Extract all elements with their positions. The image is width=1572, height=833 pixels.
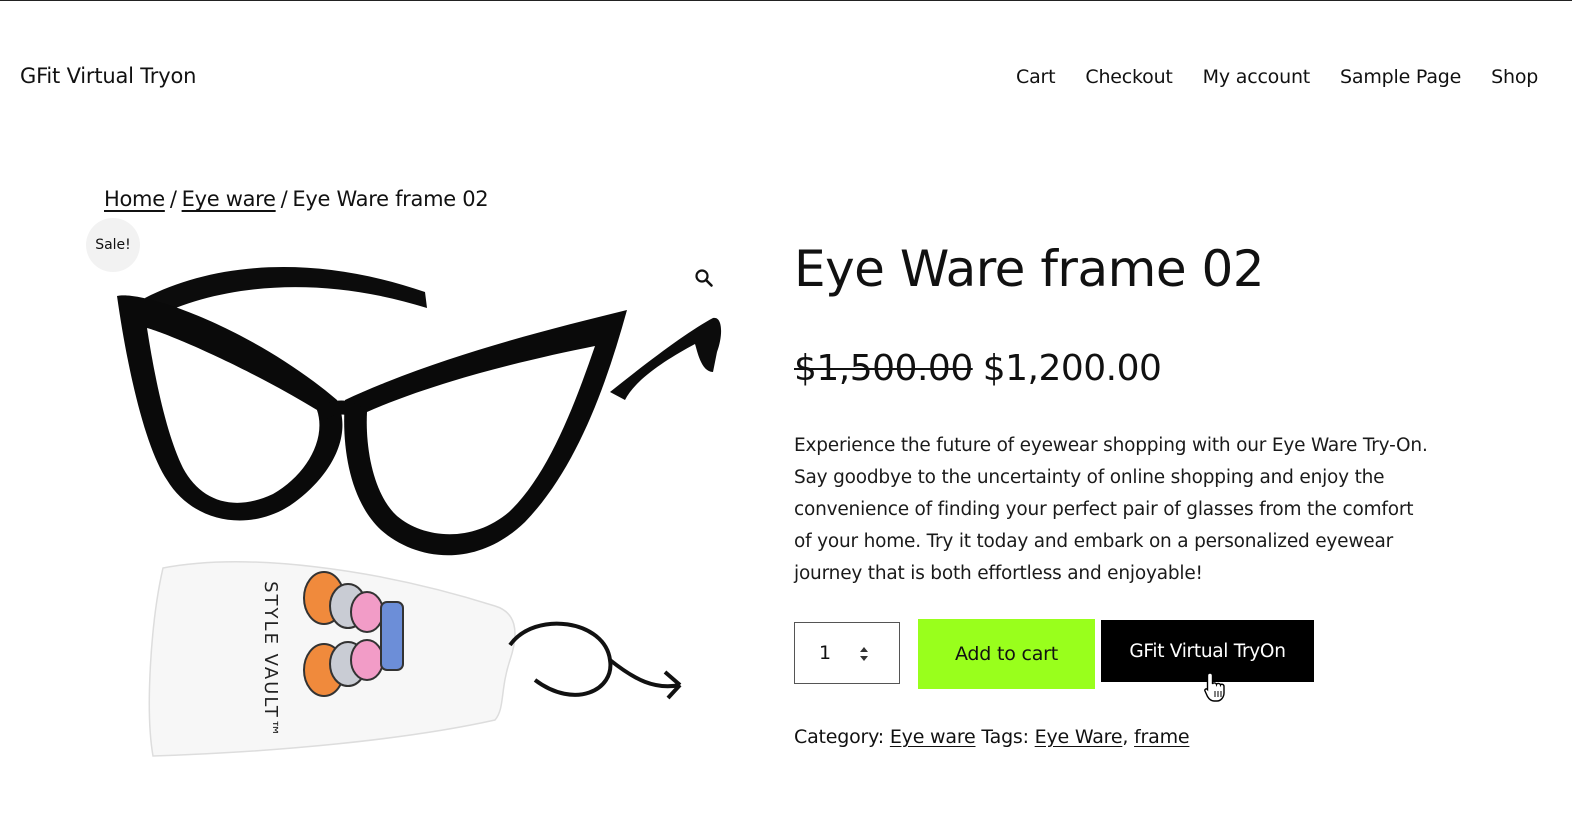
quantity-value[interactable]: 1 — [819, 642, 831, 664]
breadcrumb-separator: / — [169, 187, 177, 211]
hand-pointer-icon — [1204, 672, 1225, 702]
glasses-illustration — [117, 267, 722, 556]
breadcrumb: Home / Eye ware / Eye Ware frame 02 — [104, 187, 489, 211]
tags-label: Tags: — [981, 726, 1029, 748]
price-sale: $1,200.00 — [982, 348, 1162, 389]
category-link[interactable]: Eye ware — [890, 726, 976, 748]
nav-my-account[interactable]: My account — [1203, 66, 1311, 88]
category-label: Category: — [794, 726, 885, 748]
price-original: $1,500.00 — [794, 348, 973, 389]
site-title[interactable]: GFit Virtual Tryon — [20, 64, 196, 88]
product-title: Eye Ware frame 02 — [794, 240, 1265, 298]
tag-link[interactable]: Eye Ware — [1035, 726, 1123, 748]
breadcrumb-home[interactable]: Home — [104, 187, 165, 211]
breadcrumb-category[interactable]: Eye ware — [182, 187, 276, 211]
pouch-illustration: STYLE VAULT™ — [148, 561, 682, 757]
product-image[interactable]: STYLE VAULT™ — [105, 240, 725, 770]
nav-sample-page[interactable]: Sample Page — [1340, 66, 1461, 88]
breadcrumb-current: Eye Ware frame 02 — [292, 187, 489, 211]
quantity-input[interactable]: 1 — [794, 622, 900, 684]
main-nav: Cart Checkout My account Sample Page Sho… — [1016, 66, 1538, 88]
pouch-brand-text: STYLE VAULT™ — [260, 581, 281, 739]
product-description: Experience the future of eyewear shoppin… — [794, 435, 1428, 584]
tag-link[interactable]: frame — [1134, 726, 1190, 748]
sale-badge: Sale! — [86, 218, 140, 272]
product-meta: Category: Eye ware Tags: Eye Ware, frame — [794, 726, 1190, 748]
add-to-cart-button[interactable]: Add to cart — [918, 619, 1095, 689]
nav-cart[interactable]: Cart — [1016, 66, 1056, 88]
nav-checkout[interactable]: Checkout — [1085, 66, 1172, 88]
top-border — [0, 0, 1572, 1]
breadcrumb-separator: / — [280, 187, 288, 211]
magnifier-icon[interactable] — [694, 268, 714, 288]
spinner-arrows-icon[interactable] — [857, 643, 871, 665]
nav-shop[interactable]: Shop — [1491, 66, 1538, 88]
product-price: $1,500.00 $1,200.00 — [794, 348, 1162, 389]
